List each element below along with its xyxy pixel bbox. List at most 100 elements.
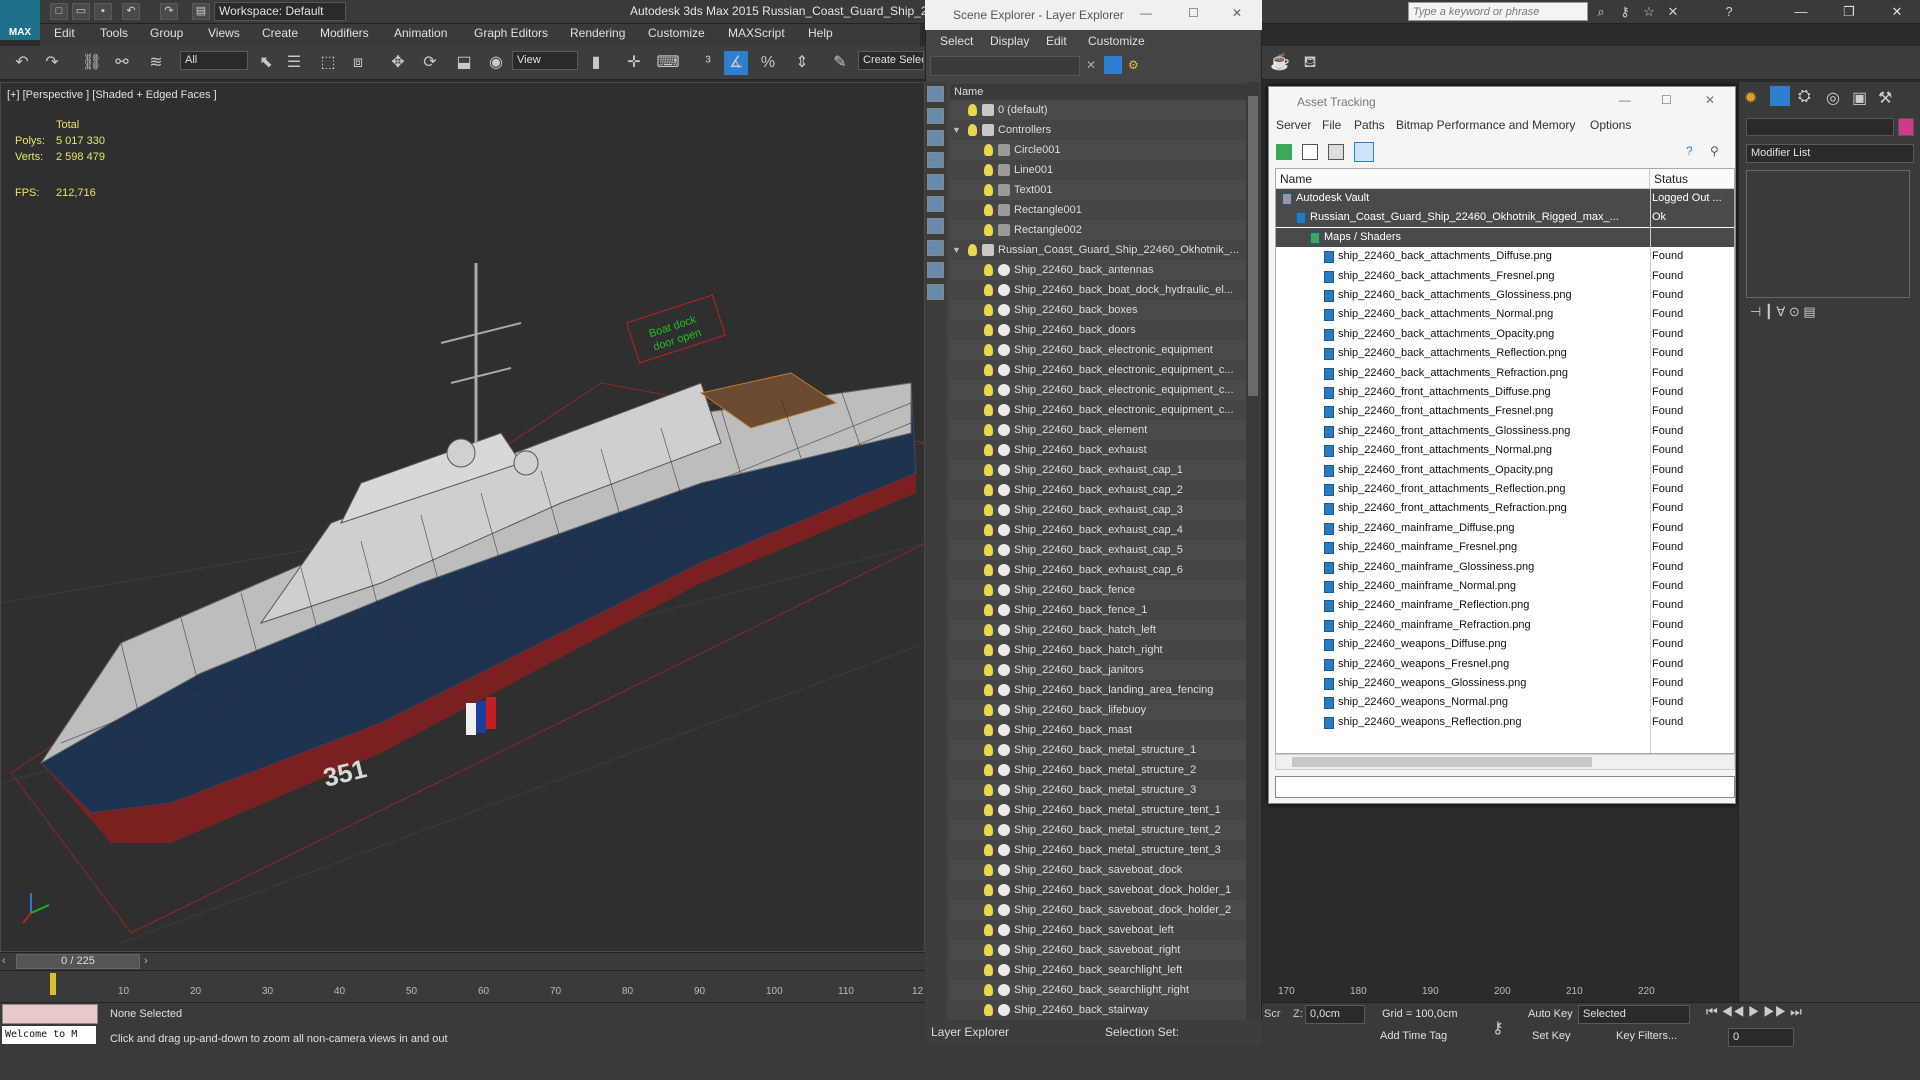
scene-tree-row[interactable]: Ship_22460_back_saveboat_left	[950, 920, 1246, 940]
scene-tree-row[interactable]: Text001	[950, 180, 1246, 200]
menu-help[interactable]: Help	[808, 26, 833, 40]
scene-tree-row[interactable]: Ship_22460_back_landing_area_fencing	[950, 680, 1246, 700]
asset-row[interactable]: ship_22460_weapons_Diffuse.png Found	[1276, 635, 1734, 654]
ship-wireframe-model[interactable]: Boat dock door open 351	[1, 83, 925, 952]
scene-tree-row[interactable]: Ship_22460_back_boxes	[950, 300, 1246, 320]
binoculars-icon[interactable]: ⌕	[1592, 3, 1610, 20]
redo-icon[interactable]: ↷	[160, 3, 178, 20]
search-input[interactable]: Type a keyword or phrase	[1408, 2, 1588, 21]
asset-maximize-button[interactable]: ☐	[1661, 93, 1672, 107]
asset-minimize-button[interactable]: —	[1619, 93, 1631, 107]
asset-row[interactable]: ship_22460_weapons_Fresnel.png Found	[1276, 655, 1734, 674]
display-tab-icon[interactable]: ▣	[1852, 88, 1867, 108]
visibility-bulb-icon[interactable]	[968, 244, 977, 256]
save-icon[interactable]: ▪	[94, 3, 112, 20]
time-marker[interactable]	[50, 973, 56, 995]
visibility-bulb-icon[interactable]	[984, 884, 993, 896]
filter-helpers-icon[interactable]	[927, 174, 944, 190]
asset-menu-bitmap[interactable]: Bitmap Performance and Memory	[1396, 118, 1575, 132]
scene-tree-row[interactable]: Ship_22460_back_metal_structure_tent_3	[950, 840, 1246, 860]
asset-row[interactable]: ship_22460_front_attachments_Fresnel.png…	[1276, 402, 1734, 421]
menu-views[interactable]: Views	[208, 26, 240, 40]
scene-tree-row[interactable]: 0 (default)	[950, 100, 1246, 120]
asset-row[interactable]: ship_22460_back_attachments_Fresnel.png F…	[1276, 267, 1734, 286]
asset-row[interactable]: ship_22460_back_attachments_Opacity.png F…	[1276, 325, 1734, 344]
scene-tree-row[interactable]: Ship_22460_back_element	[950, 420, 1246, 440]
menu-maxscript[interactable]: MAXScript	[728, 26, 785, 40]
menu-graph-editors[interactable]: Graph Editors	[474, 26, 548, 40]
asset-row[interactable]: ship_22460_mainframe_Glossiness.png Found	[1276, 558, 1734, 577]
scene-menu-select[interactable]: Select	[940, 34, 973, 48]
window-crossing-icon[interactable]: ⧈	[346, 51, 370, 75]
list-view-icon[interactable]	[1302, 144, 1318, 160]
scene-tree-row[interactable]: Ship_22460_back_electronic_equipment_c..…	[950, 400, 1246, 420]
scene-tree-row[interactable]: Ship_22460_back_fence	[950, 580, 1246, 600]
asset-menu-options[interactable]: Options	[1590, 118, 1631, 132]
scene-tree-row[interactable]: Ship_22460_back_saveboat_dock_holder_1	[950, 880, 1246, 900]
minimize-button[interactable]: —	[1780, 0, 1822, 24]
visibility-bulb-icon[interactable]	[984, 704, 993, 716]
asset-column-status[interactable]: Status	[1650, 169, 1734, 189]
asset-row[interactable]: ship_22460_front_attachments_Glossiness.…	[1276, 422, 1734, 441]
visibility-bulb-icon[interactable]	[984, 404, 993, 416]
x-icon[interactable]: ✕	[1664, 3, 1682, 20]
named-selection-input[interactable]: Create Selection Se	[858, 51, 924, 70]
time-slider[interactable]: ‹ 0 / 225 ›	[0, 952, 925, 970]
asset-row[interactable]: ship_22460_mainframe_Reflection.png Found	[1276, 596, 1734, 615]
visibility-bulb-icon[interactable]	[984, 1004, 993, 1016]
angle-snap-icon[interactable]: ∡	[724, 51, 748, 75]
scene-tree-row[interactable]: Ship_22460_back_saveboat_dock	[950, 860, 1246, 880]
scene-tree-row[interactable]: Ship_22460_back_exhaust_cap_3	[950, 500, 1246, 520]
object-name-field[interactable]	[1746, 118, 1894, 136]
modifier-list-dropdown[interactable]: Modifier List	[1746, 144, 1914, 163]
app-logo[interactable]: MAX	[0, 0, 40, 40]
visibility-bulb-icon[interactable]	[984, 184, 993, 196]
asset-table[interactable]: Name Status Autodesk Vault Logged Out ...…	[1275, 168, 1735, 754]
menu-tools[interactable]: Tools	[100, 26, 128, 40]
scene-maximize-button[interactable]: ☐	[1188, 6, 1199, 20]
pivot-icon[interactable]: ▮	[584, 51, 608, 75]
scene-tree-row[interactable]: Ship_22460_back_metal_structure_2	[950, 760, 1246, 780]
asset-menu-file[interactable]: File	[1322, 118, 1341, 132]
asset-row[interactable]: ship_22460_weapons_Reflection.png Found	[1276, 713, 1734, 732]
time-prev-icon[interactable]: ‹	[2, 955, 6, 967]
maxscript-welcome[interactable]: Welcome to M	[2, 1026, 96, 1044]
menu-animation[interactable]: Animation	[394, 26, 447, 40]
redo-icon[interactable]: ↷	[40, 51, 64, 75]
visibility-bulb-icon[interactable]	[984, 824, 993, 836]
filter-xrefs-icon[interactable]	[927, 240, 944, 256]
manipulate-icon[interactable]: ✛	[622, 51, 646, 75]
visibility-bulb-icon[interactable]	[984, 744, 993, 756]
visibility-bulb-icon[interactable]	[984, 584, 993, 596]
filter-spacewarps-icon[interactable]	[927, 196, 944, 212]
key-filters-button[interactable]: Key Filters...	[1616, 1030, 1677, 1042]
visibility-bulb-icon[interactable]	[984, 804, 993, 816]
asset-help-icon[interactable]: ?	[1686, 144, 1693, 158]
visibility-bulb-icon[interactable]	[984, 924, 993, 936]
visibility-bulb-icon[interactable]	[984, 564, 993, 576]
auto-key-button[interactable]: Auto Key	[1528, 1008, 1573, 1020]
asset-row[interactable]: ship_22460_front_attachments_Refraction.…	[1276, 499, 1734, 518]
scene-tree[interactable]: 0 (default) ▼ Controllers Circle001 Line001 T…	[950, 100, 1246, 1038]
set-key-button[interactable]: Set Key	[1532, 1030, 1571, 1042]
visibility-bulb-icon[interactable]	[984, 224, 993, 236]
maxscript-listener[interactable]	[2, 1004, 98, 1024]
asset-menu-paths[interactable]: Paths	[1354, 118, 1385, 132]
asset-row[interactable]: ship_22460_mainframe_Fresnel.png Found	[1276, 538, 1734, 557]
scene-tree-row[interactable]: Ship_22460_back_electronic_equipment_c..…	[950, 360, 1246, 380]
visibility-bulb-icon[interactable]	[984, 864, 993, 876]
visibility-bulb-icon[interactable]	[984, 364, 993, 376]
visibility-bulb-icon[interactable]	[984, 904, 993, 916]
move-icon[interactable]: ✥	[386, 51, 410, 75]
menu-edit[interactable]: Edit	[54, 26, 75, 40]
asset-horizontal-scrollbar[interactable]	[1275, 754, 1735, 770]
filter-cameras-icon[interactable]	[927, 152, 944, 168]
thumbnail-view-icon[interactable]	[1328, 144, 1344, 160]
render-frame-icon[interactable]: ⛾	[1298, 51, 1322, 75]
select-object-icon[interactable]: ⬉	[254, 51, 278, 75]
scene-tree-row[interactable]: Ship_22460_back_exhaust_cap_6	[950, 560, 1246, 580]
scene-tree-row[interactable]: Ship_22460_back_doors	[950, 320, 1246, 340]
star-icon[interactable]: ☆	[1640, 3, 1658, 20]
scene-tree-row[interactable]: Line001	[950, 160, 1246, 180]
visibility-bulb-icon[interactable]	[968, 124, 977, 136]
